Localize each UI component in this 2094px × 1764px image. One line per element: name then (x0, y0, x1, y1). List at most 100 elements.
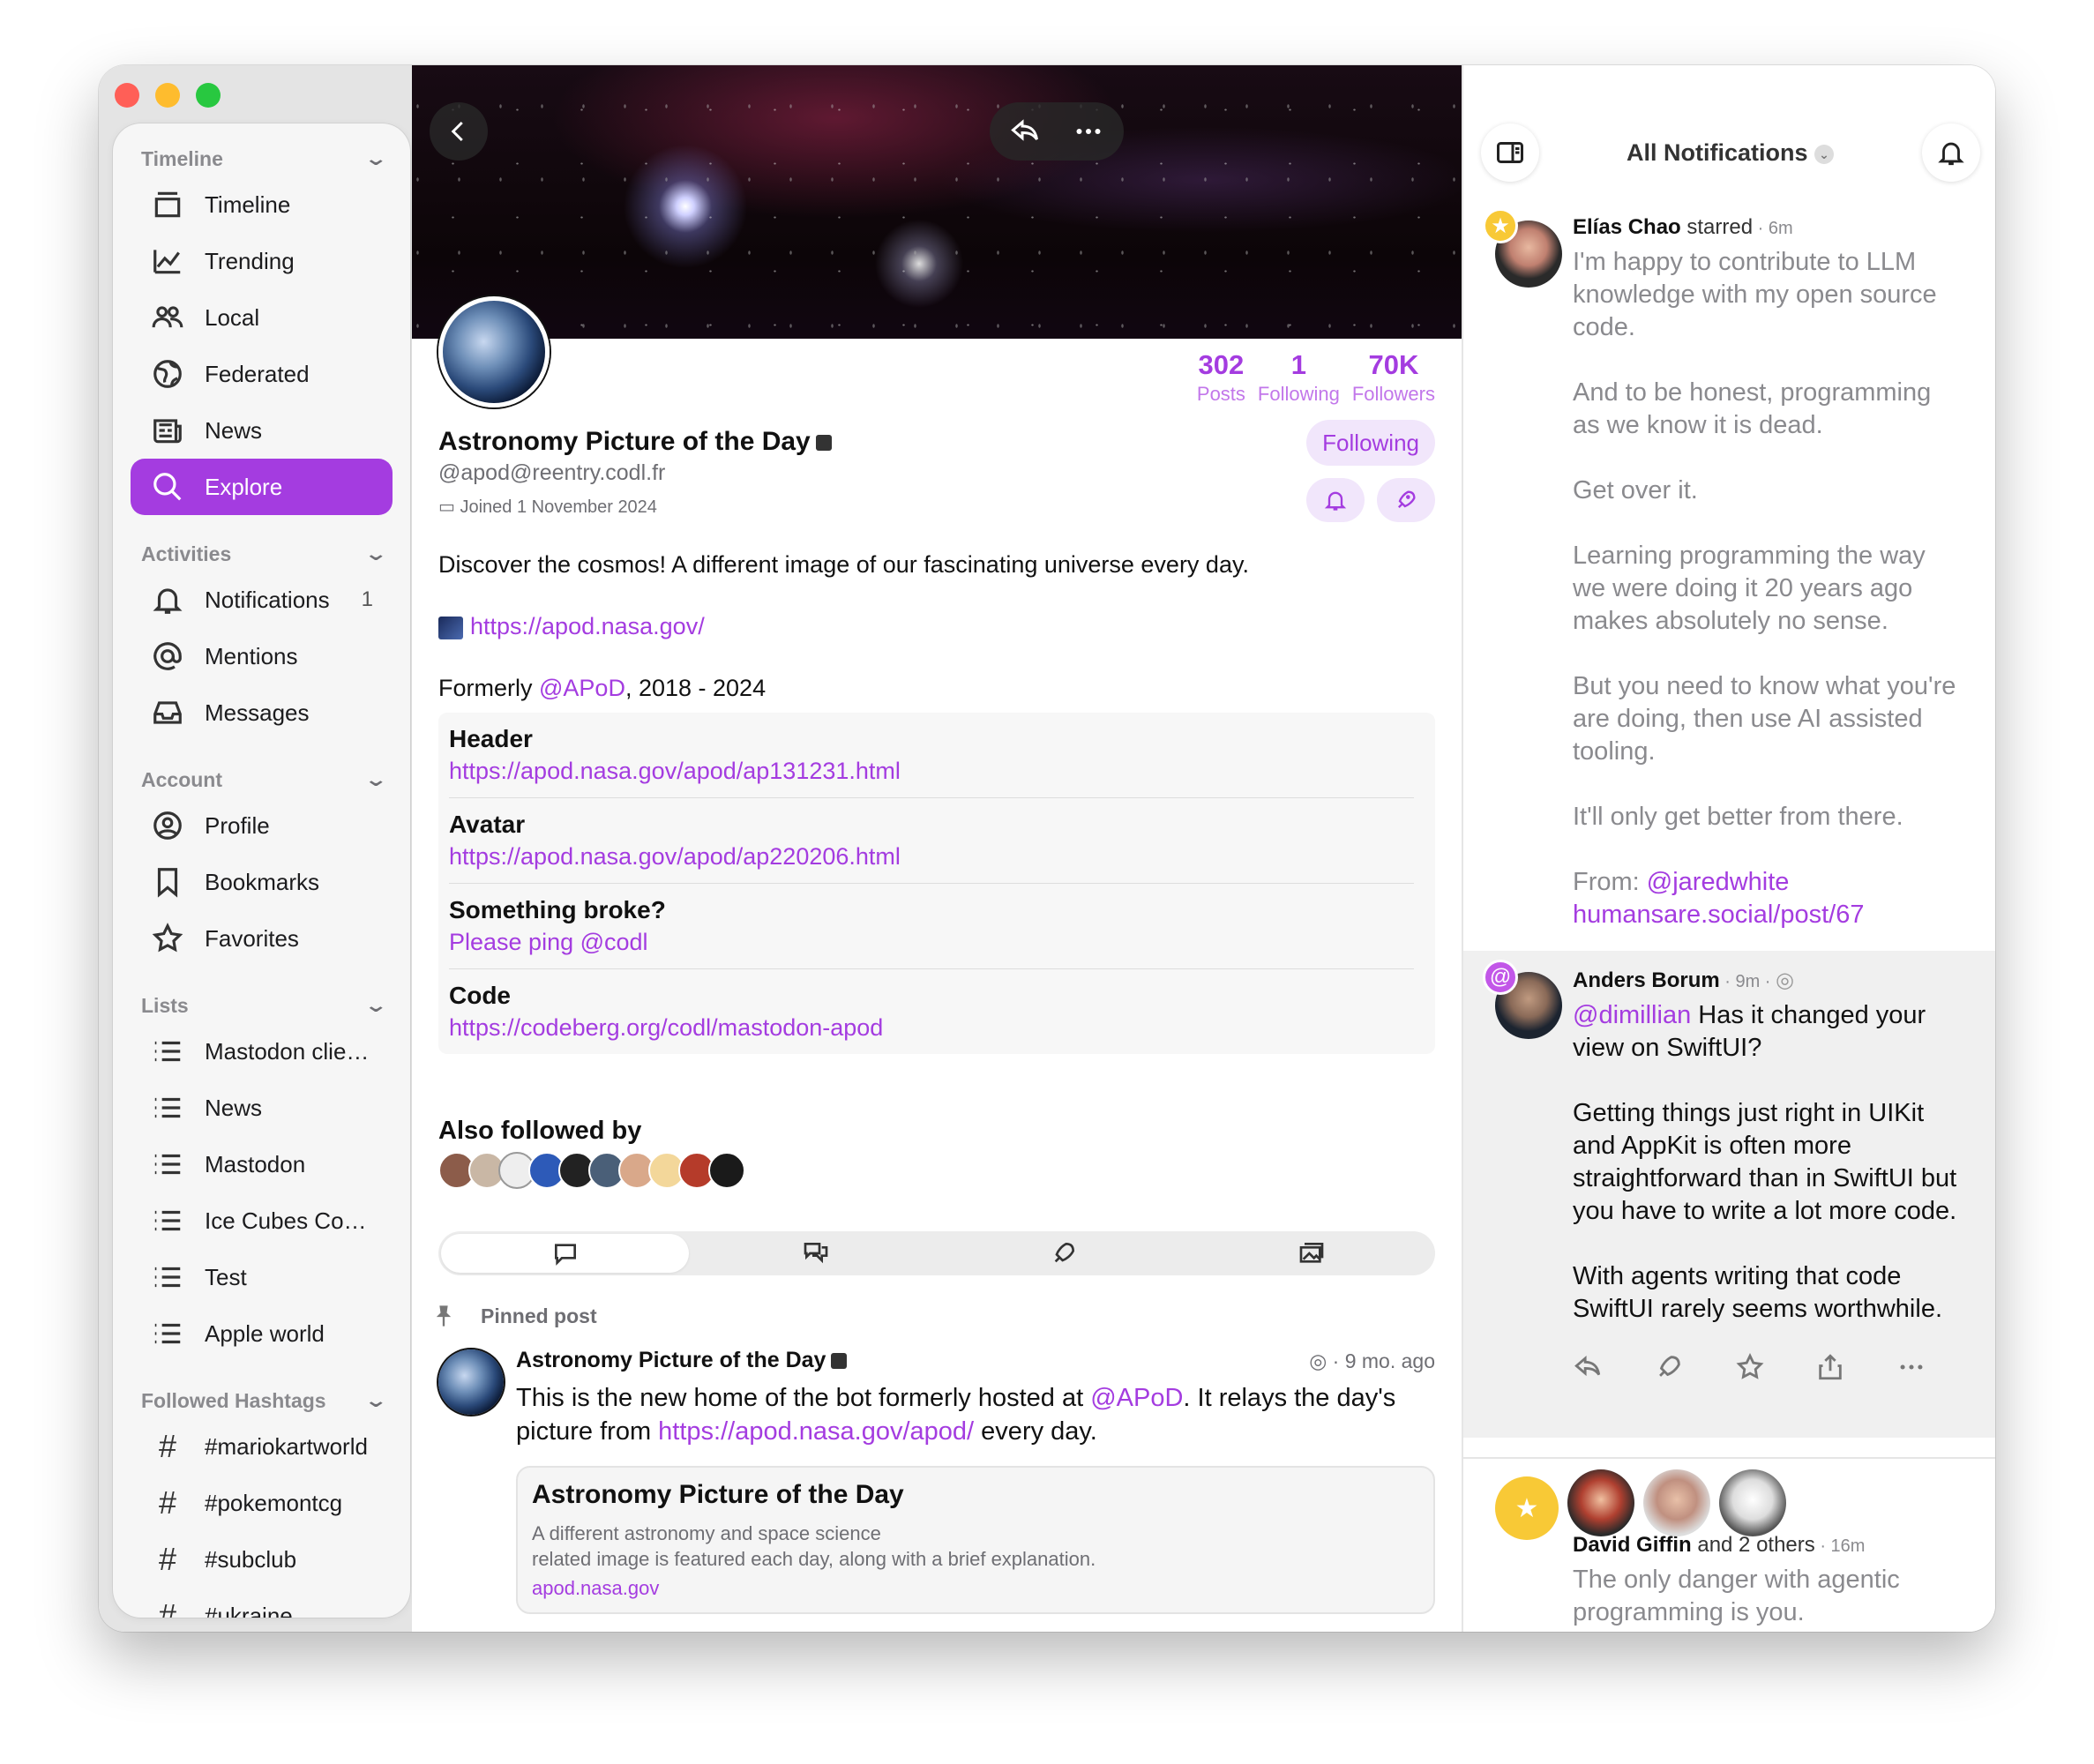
back-button[interactable] (430, 102, 488, 161)
field-key: Header (449, 725, 533, 752)
stat-following[interactable]: 1 Following (1258, 349, 1340, 406)
field-value-link[interactable]: Please ping @codl (449, 926, 1414, 958)
tab-replies[interactable] (692, 1231, 939, 1275)
following-button[interactable]: Following (1306, 420, 1435, 466)
sidebar-item-messages[interactable]: Messages (131, 684, 393, 741)
profile-handle: @apod@reentry.codl.fr (438, 460, 666, 485)
rocket-icon (1398, 490, 1416, 508)
mention-link[interactable]: @dimillian (1573, 1001, 1691, 1029)
sidebar-item-bookmarks[interactable]: Bookmarks (131, 854, 393, 910)
sidebar-item-trending[interactable]: Trending (131, 233, 393, 289)
boosts-button[interactable] (1377, 478, 1435, 522)
section-header-followed-hashtags[interactable]: Followed Hashtags ⌄ (113, 1383, 410, 1418)
sidebar-item--mariokartworld[interactable]: # #mariokartworld (131, 1418, 393, 1475)
sidebar-item-timeline[interactable]: Timeline (131, 176, 393, 233)
post-avatar[interactable] (438, 1349, 504, 1415)
notification-mention[interactable]: @ Anders Borum · 9m · ◎ @dimillian Has i… (1463, 951, 1995, 1438)
more-icon[interactable] (1896, 1352, 1926, 1382)
sidebar-item-label: #subclub (205, 1545, 297, 1573)
boost-icon[interactable] (1654, 1352, 1684, 1382)
more-icon[interactable] (1073, 116, 1104, 147)
reply-icon[interactable] (1009, 116, 1041, 147)
minimize-window-button[interactable] (155, 83, 180, 108)
post-link[interactable]: https://apod.nasa.gov/apod/ (658, 1417, 974, 1446)
profile-stats: 302 Posts 1 Following 70K Followers (1197, 349, 1435, 406)
window-controls (115, 83, 221, 108)
from-mention[interactable]: @jaredwhite (1647, 868, 1790, 896)
notifications-filter[interactable]: All Notifications ⌄ (1463, 139, 1995, 167)
post-mention[interactable]: @APoD (1090, 1384, 1183, 1412)
section-header-account[interactable]: Account ⌄ (113, 762, 410, 797)
also-followed-by-title: Also followed by (438, 1117, 642, 1145)
list-icon (154, 1097, 181, 1118)
share-icon[interactable] (1815, 1352, 1845, 1382)
sidebar-item--pokemontcg[interactable]: # #pokemontcg (131, 1475, 393, 1531)
notification-paragraph: Learning programming the way we were doi… (1573, 542, 1926, 635)
sidebar-item--ukraine[interactable]: # #ukraine (131, 1588, 393, 1618)
grouped-avatars[interactable] (1567, 1469, 1786, 1536)
notifications-header: All Notifications ⌄ (1463, 123, 1995, 185)
sidebar-item-mentions[interactable]: Mentions (131, 628, 393, 684)
stat-followers[interactable]: 70K Followers (1352, 349, 1435, 406)
close-window-button[interactable] (115, 83, 139, 108)
bell-icon (1938, 142, 1964, 166)
tab-posts[interactable] (441, 1234, 689, 1273)
field-value-link[interactable]: https://apod.nasa.gov/apod/ap220206.html (449, 841, 1414, 872)
also-followed-avatars[interactable] (438, 1152, 745, 1189)
sidebar-item-label: News (205, 416, 263, 444)
from-link[interactable]: humansare.social/post/67 (1573, 901, 1864, 929)
timeline-icon (154, 191, 181, 218)
sidebar-item-ice-cubes-contri[interactable]: Ice Cubes Contri... (131, 1192, 393, 1249)
sidebar-item-favorites[interactable]: Favorites (131, 910, 393, 967)
star-icon[interactable] (1735, 1352, 1765, 1382)
notification-content: The only danger with agentic programming… (1573, 1566, 1900, 1626)
notification-star[interactable]: ★ Elías Chao starred · 6m I'm happy to c… (1463, 208, 1995, 970)
globe-icon: ◎ (1309, 1349, 1333, 1372)
sidebar-item-profile[interactable]: Profile (131, 797, 393, 854)
sidebar: Timeline ⌄ Timeline Trending Local Federated N… (113, 123, 410, 1618)
section-header-timeline[interactable]: Timeline ⌄ (113, 141, 410, 176)
sidebar-item--subclub[interactable]: # #subclub (131, 1531, 393, 1588)
sidebar-item-mastodon-clients[interactable]: Mastodon clients (131, 1023, 393, 1080)
notification-from: From: @jaredwhite humansare.social/post/6… (1573, 868, 1865, 929)
sidebar-item-news[interactable]: News (131, 1080, 393, 1136)
formerly-mention[interactable]: @APoD (539, 675, 625, 701)
zoom-window-button[interactable] (196, 83, 221, 108)
sidebar-item-local[interactable]: Local (131, 289, 393, 346)
star-badge-icon: ★ (1495, 1476, 1559, 1540)
search-icon (153, 473, 182, 501)
notifications-bell-button[interactable] (1922, 123, 1980, 182)
section-header-lists[interactable]: Lists ⌄ (113, 988, 410, 1023)
link-preview-card[interactable]: Astronomy Picture of the Day A different… (516, 1466, 1435, 1614)
tab-boosts[interactable] (939, 1231, 1187, 1275)
card-description: A different astronomy and space science r… (532, 1522, 1096, 1570)
notify-bell-button[interactable] (1306, 478, 1365, 522)
bot-icon (815, 435, 832, 452)
bio-link[interactable]: https://apod.nasa.gov/ (470, 613, 705, 639)
sidebar-item-mastodon[interactable]: Mastodon (131, 1136, 393, 1192)
sidebar-item-explore[interactable]: Explore (131, 459, 393, 515)
profile-avatar[interactable] (438, 296, 550, 407)
notification-content: @dimillian Has it changed your view on S… (1573, 1001, 1957, 1323)
post-author[interactable]: Astronomy Picture of the Day (516, 1348, 848, 1373)
field-value-link[interactable]: https://apod.nasa.gov/apod/ap131231.html (449, 755, 1414, 787)
stat-posts[interactable]: 302 Posts (1197, 349, 1245, 406)
pin-icon (436, 1305, 452, 1327)
globe-icon (153, 360, 182, 388)
sidebar-item-federated[interactable]: Federated (131, 346, 393, 402)
sidebar-item-label: Favorites (205, 924, 299, 952)
sidebar-item-label: Trending (205, 247, 295, 274)
field-value-link[interactable]: https://codeberg.org/codl/mastodon-apod (449, 1012, 1414, 1043)
sidebar-item-test[interactable]: Test (131, 1249, 393, 1305)
reply-icon[interactable] (1573, 1352, 1603, 1382)
hashtag-icon: # (158, 1484, 177, 1521)
section-title: Activities (141, 542, 232, 565)
sidebar-item-news[interactable]: News (131, 402, 393, 459)
section-header-activities[interactable]: Activities ⌄ (113, 536, 410, 572)
sidebar-item-apple-world[interactable]: Apple world (131, 1305, 393, 1362)
notification-group-star[interactable]: ★ David Giffin and 2 others · 16m The on… (1463, 1457, 1995, 1632)
tab-media[interactable] (1187, 1231, 1435, 1275)
sidebar-item-notifications[interactable]: Notifications 1 (131, 572, 393, 628)
profile-name: Astronomy Picture of the Day (438, 427, 832, 457)
chevron-down-icon: ⌄ (363, 147, 388, 169)
